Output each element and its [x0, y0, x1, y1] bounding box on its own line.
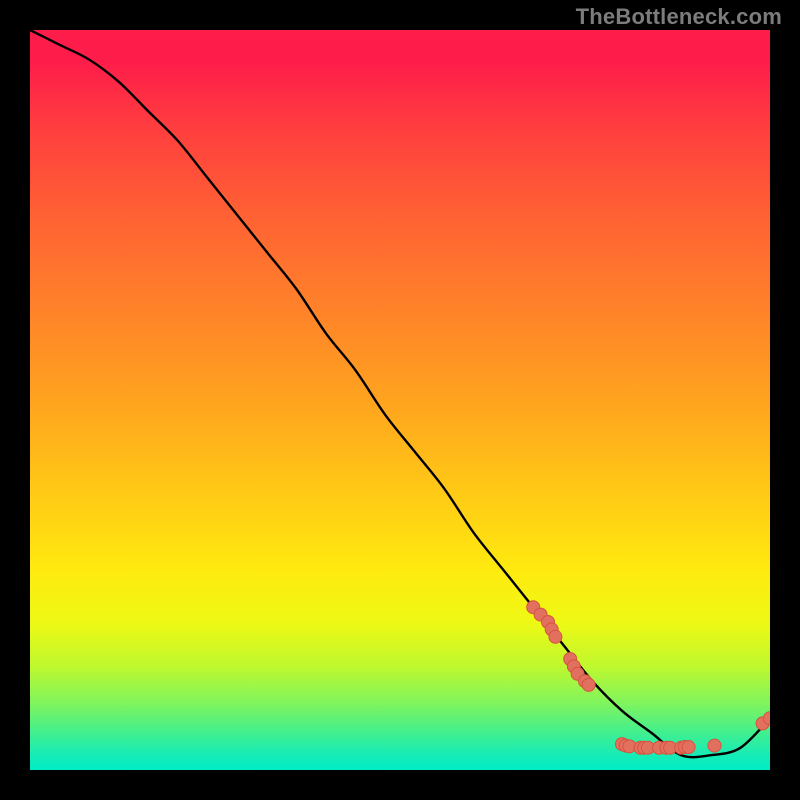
- gradient-plot-area: [30, 30, 770, 770]
- data-marker: [582, 678, 595, 691]
- data-marker: [682, 741, 695, 754]
- bottleneck-curve: [30, 30, 770, 757]
- data-marker: [708, 739, 721, 752]
- watermark-text: TheBottleneck.com: [576, 4, 782, 30]
- chart-frame: TheBottleneck.com: [0, 0, 800, 800]
- data-marker: [549, 630, 562, 643]
- curve-layer: [30, 30, 770, 770]
